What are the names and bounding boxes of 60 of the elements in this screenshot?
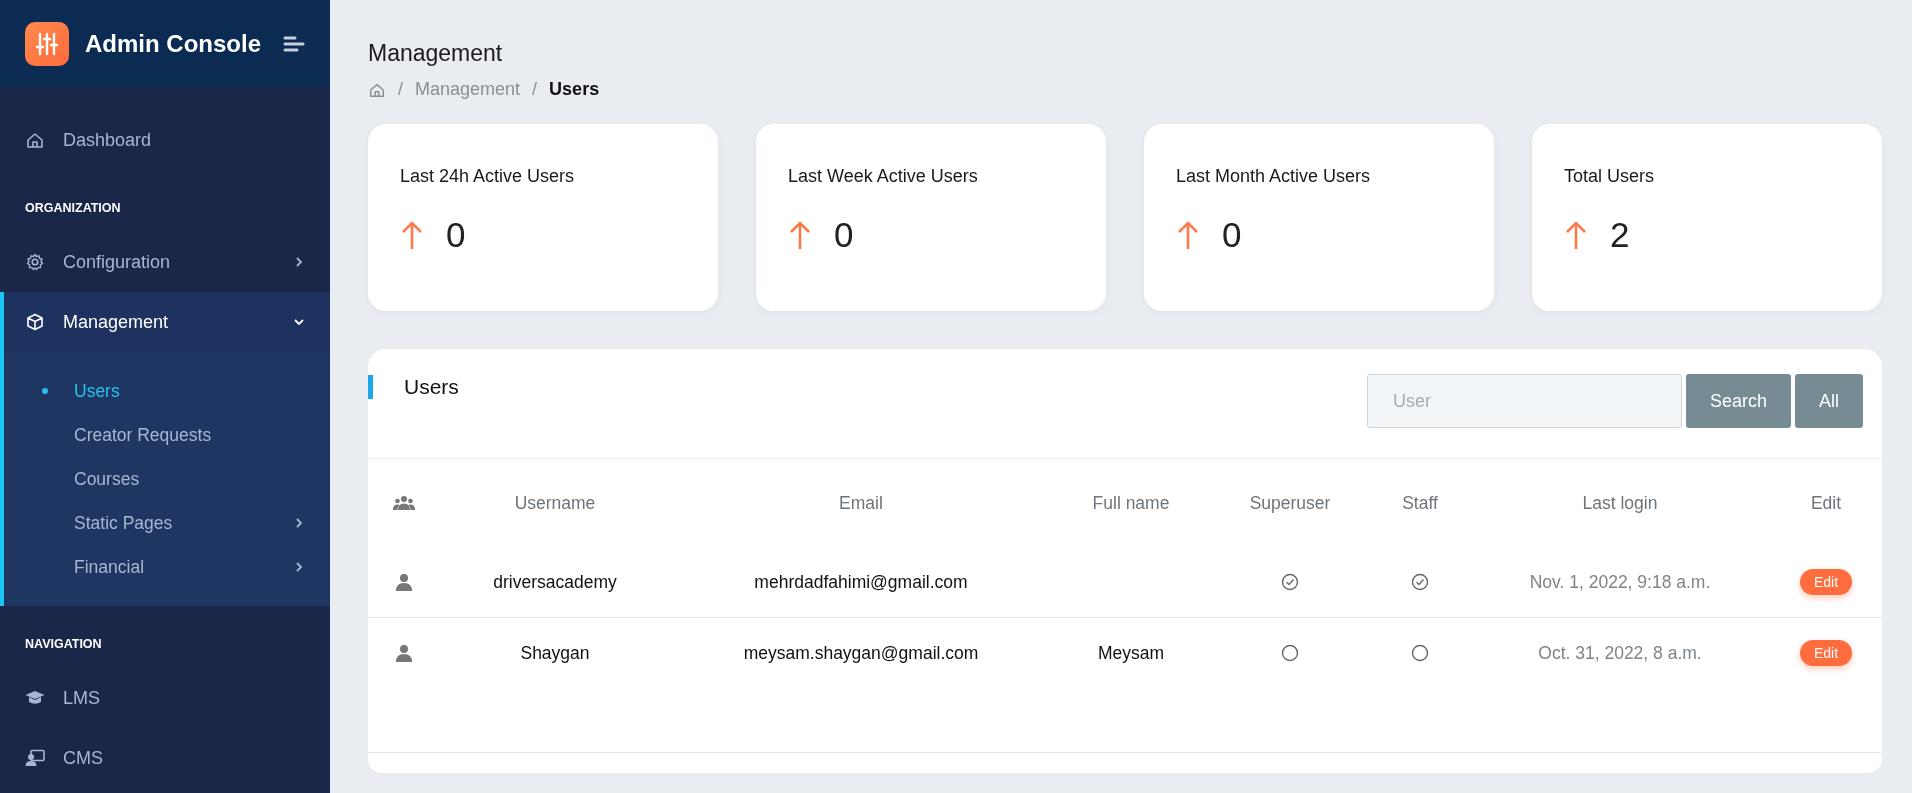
home-icon [25, 130, 45, 150]
table-cell: mehrdadfahimi@gmail.com [754, 571, 968, 593]
chevron-icon [293, 561, 305, 573]
users-icon [393, 494, 415, 512]
table-cell: Meysam [1097, 642, 1165, 664]
presenter-icon [25, 748, 45, 768]
stat-label: Last Month Active Users [1176, 166, 1372, 187]
chevron-icon [293, 256, 305, 268]
up-arrow-icon [1176, 219, 1200, 251]
user-icon [395, 644, 413, 662]
breadcrumb-current: Users [549, 79, 600, 100]
table-cell: driversacademy [493, 571, 617, 593]
table-cell: Shaygan [520, 642, 590, 664]
search-field[interactable]: User [1366, 374, 1682, 428]
stat-value: 2 [1610, 215, 1630, 255]
sidebar-item[interactable]: Configuration [0, 232, 330, 292]
sidebar-item[interactable]: Dashboard [0, 110, 330, 170]
column-header: Email [838, 491, 884, 515]
submenu-item[interactable]: Users [0, 369, 330, 413]
breadcrumb-separator: / [398, 79, 403, 100]
panel-title: Users [368, 375, 459, 399]
submenu-item[interactable]: Financial [0, 545, 330, 589]
gear-icon [25, 252, 45, 272]
table-cell: Nov. 1, 2022, 9:18 a.m. [1529, 571, 1711, 593]
sidebar-item[interactable]: LMS [0, 668, 330, 728]
section-heading: ORGANIZATION [24, 200, 122, 217]
submenu-item[interactable]: Creator Requests [0, 413, 330, 457]
logo-icon [25, 21, 69, 66]
stat-label: Last Week Active Users [788, 166, 979, 187]
sidebar-item[interactable]: Management [0, 292, 330, 352]
filter-button[interactable]: Search [1685, 374, 1791, 428]
column-header: Superuser [1248, 491, 1332, 515]
chevron-icon [293, 517, 305, 529]
table-cell: Oct. 31, 2022, 8 a.m. [1538, 642, 1702, 664]
table-cell: meysam.shaygan@gmail.com [743, 642, 979, 664]
filter-button[interactable]: All [1795, 374, 1863, 428]
column-header: Full name [1091, 491, 1171, 515]
stat-value: 0 [834, 215, 854, 255]
chevron-icon [293, 316, 305, 328]
up-arrow-icon [400, 219, 424, 251]
submenu-item[interactable]: Static Pages [0, 501, 330, 545]
breadcrumb-separator: / [532, 79, 538, 100]
stat-value: 0 [1222, 215, 1242, 255]
up-arrow-icon [1564, 219, 1588, 251]
page-title: Management [368, 40, 504, 67]
stat-label: Total Users [1564, 166, 1656, 187]
column-header: Edit [1809, 491, 1843, 515]
column-header: Username [513, 491, 597, 515]
menu-icon[interactable] [283, 35, 305, 52]
section-heading: NAVIGATION [24, 636, 103, 653]
stat-value: 0 [446, 215, 466, 255]
stat-label: Last 24h Active Users [400, 166, 576, 187]
column-header: Staff [1401, 491, 1439, 515]
up-arrow-icon [788, 219, 812, 251]
user-icon [395, 573, 413, 591]
cube-icon [25, 312, 45, 332]
submenu-item[interactable]: Courses [0, 457, 330, 501]
sidebar-item[interactable]: CMS [0, 728, 330, 788]
column-header: Last login [1581, 491, 1659, 515]
app-title: Admin Console [85, 29, 262, 58]
